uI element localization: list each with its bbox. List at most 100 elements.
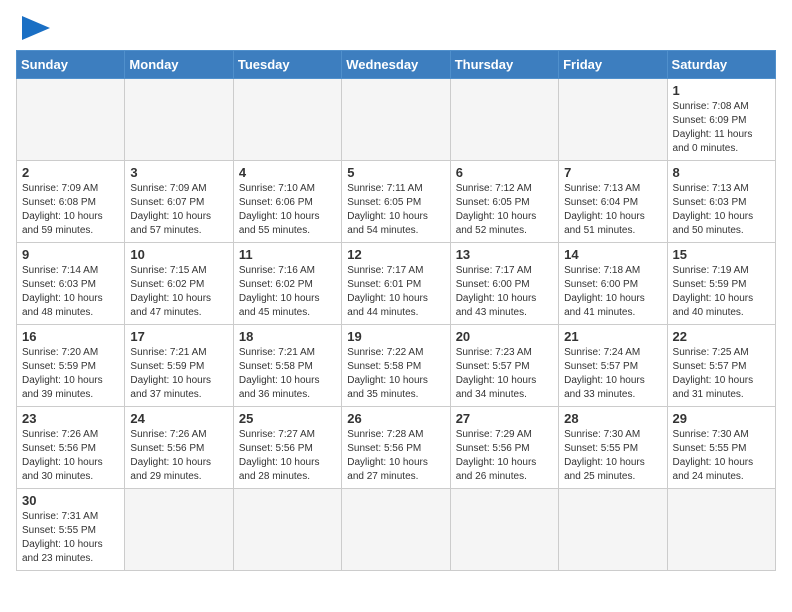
- calendar-cell: [342, 489, 450, 571]
- day-number: 7: [564, 165, 661, 180]
- calendar-cell: 4 Sunrise: 7:10 AM Sunset: 6:06 PM Daylig…: [233, 161, 341, 243]
- day-info: Sunrise: 7:25 AM Sunset: 5:57 PM Dayligh…: [673, 346, 770, 402]
- day-number: 2: [22, 165, 119, 180]
- calendar-cell: [559, 79, 667, 161]
- day-number: 10: [130, 247, 227, 262]
- calendar-cell: [559, 489, 667, 571]
- calendar-cell: 1 Sunrise: 7:08 AM Sunset: 6:09 PM Daylig…: [667, 79, 775, 161]
- day-number: 23: [22, 411, 119, 426]
- day-info: Sunrise: 7:15 AM Sunset: 6:02 PM Dayligh…: [130, 264, 227, 320]
- day-info: Sunrise: 7:29 AM Sunset: 5:56 PM Dayligh…: [456, 428, 553, 484]
- calendar-cell: 6 Sunrise: 7:12 AM Sunset: 6:05 PM Daylig…: [450, 161, 558, 243]
- day-number: 20: [456, 329, 553, 344]
- day-info: Sunrise: 7:12 AM Sunset: 6:05 PM Dayligh…: [456, 182, 553, 238]
- day-info: Sunrise: 7:23 AM Sunset: 5:57 PM Dayligh…: [456, 346, 553, 402]
- day-info: Sunrise: 7:21 AM Sunset: 5:59 PM Dayligh…: [130, 346, 227, 402]
- day-number: 9: [22, 247, 119, 262]
- day-number: 13: [456, 247, 553, 262]
- calendar-cell: 13 Sunrise: 7:17 AM Sunset: 6:00 PM Dayli…: [450, 243, 558, 325]
- week-row-1: 1 Sunrise: 7:08 AM Sunset: 6:09 PM Daylig…: [17, 79, 776, 161]
- day-info: Sunrise: 7:28 AM Sunset: 5:56 PM Dayligh…: [347, 428, 444, 484]
- calendar-cell: 27 Sunrise: 7:29 AM Sunset: 5:56 PM Dayli…: [450, 407, 558, 489]
- day-info: Sunrise: 7:10 AM Sunset: 6:06 PM Dayligh…: [239, 182, 336, 238]
- calendar-cell: 18 Sunrise: 7:21 AM Sunset: 5:58 PM Dayli…: [233, 325, 341, 407]
- calendar-cell: 17 Sunrise: 7:21 AM Sunset: 5:59 PM Dayli…: [125, 325, 233, 407]
- day-number: 25: [239, 411, 336, 426]
- day-number: 27: [456, 411, 553, 426]
- day-info: Sunrise: 7:09 AM Sunset: 6:07 PM Dayligh…: [130, 182, 227, 238]
- day-number: 17: [130, 329, 227, 344]
- day-info: Sunrise: 7:26 AM Sunset: 5:56 PM Dayligh…: [130, 428, 227, 484]
- day-number: 16: [22, 329, 119, 344]
- day-number: 8: [673, 165, 770, 180]
- calendar-cell: 14 Sunrise: 7:18 AM Sunset: 6:00 PM Dayli…: [559, 243, 667, 325]
- calendar-cell: 30 Sunrise: 7:31 AM Sunset: 5:55 PM Dayli…: [17, 489, 125, 571]
- calendar-cell: 19 Sunrise: 7:22 AM Sunset: 5:58 PM Dayli…: [342, 325, 450, 407]
- day-number: 26: [347, 411, 444, 426]
- day-info: Sunrise: 7:18 AM Sunset: 6:00 PM Dayligh…: [564, 264, 661, 320]
- day-info: Sunrise: 7:08 AM Sunset: 6:09 PM Dayligh…: [673, 100, 770, 156]
- weekday-header-friday: Friday: [559, 51, 667, 79]
- day-info: Sunrise: 7:30 AM Sunset: 5:55 PM Dayligh…: [564, 428, 661, 484]
- calendar-cell: 9 Sunrise: 7:14 AM Sunset: 6:03 PM Daylig…: [17, 243, 125, 325]
- calendar-cell: [17, 79, 125, 161]
- day-info: Sunrise: 7:19 AM Sunset: 5:59 PM Dayligh…: [673, 264, 770, 320]
- day-number: 4: [239, 165, 336, 180]
- calendar-table: SundayMondayTuesdayWednesdayThursdayFrid…: [16, 50, 776, 571]
- day-info: Sunrise: 7:13 AM Sunset: 6:04 PM Dayligh…: [564, 182, 661, 238]
- day-info: Sunrise: 7:20 AM Sunset: 5:59 PM Dayligh…: [22, 346, 119, 402]
- week-row-5: 23 Sunrise: 7:26 AM Sunset: 5:56 PM Dayli…: [17, 407, 776, 489]
- weekday-header-wednesday: Wednesday: [342, 51, 450, 79]
- calendar-cell: 23Sunrise: 7:26 AM Sunset: 5:56 PM Dayli…: [17, 407, 125, 489]
- day-info: Sunrise: 7:21 AM Sunset: 5:58 PM Dayligh…: [239, 346, 336, 402]
- calendar-cell: 7 Sunrise: 7:13 AM Sunset: 6:04 PM Daylig…: [559, 161, 667, 243]
- calendar-cell: 26 Sunrise: 7:28 AM Sunset: 5:56 PM Dayli…: [342, 407, 450, 489]
- calendar-cell: 16 Sunrise: 7:20 AM Sunset: 5:59 PM Dayli…: [17, 325, 125, 407]
- calendar-cell: 8 Sunrise: 7:13 AM Sunset: 6:03 PM Daylig…: [667, 161, 775, 243]
- week-row-3: 9 Sunrise: 7:14 AM Sunset: 6:03 PM Daylig…: [17, 243, 776, 325]
- calendar-cell: 5Sunrise: 7:11 AM Sunset: 6:05 PM Daylig…: [342, 161, 450, 243]
- day-number: 1: [673, 83, 770, 98]
- calendar-cell: 28 Sunrise: 7:30 AM Sunset: 5:55 PM Dayli…: [559, 407, 667, 489]
- calendar-cell: [342, 79, 450, 161]
- calendar-cell: [233, 79, 341, 161]
- day-info: Sunrise: 7:09 AM Sunset: 6:08 PM Dayligh…: [22, 182, 119, 238]
- day-number: 21: [564, 329, 661, 344]
- day-info: Sunrise: 7:22 AM Sunset: 5:58 PM Dayligh…: [347, 346, 444, 402]
- calendar-cell: [125, 489, 233, 571]
- weekday-header-sunday: Sunday: [17, 51, 125, 79]
- day-number: 6: [456, 165, 553, 180]
- day-info: Sunrise: 7:17 AM Sunset: 6:01 PM Dayligh…: [347, 264, 444, 320]
- day-number: 28: [564, 411, 661, 426]
- day-number: 15: [673, 247, 770, 262]
- header: [16, 16, 776, 40]
- day-number: 14: [564, 247, 661, 262]
- calendar-cell: [125, 79, 233, 161]
- day-number: 18: [239, 329, 336, 344]
- day-number: 29: [673, 411, 770, 426]
- day-info: Sunrise: 7:14 AM Sunset: 6:03 PM Dayligh…: [22, 264, 119, 320]
- day-info: Sunrise: 7:24 AM Sunset: 5:57 PM Dayligh…: [564, 346, 661, 402]
- day-info: Sunrise: 7:16 AM Sunset: 6:02 PM Dayligh…: [239, 264, 336, 320]
- calendar-cell: [450, 489, 558, 571]
- calendar-cell: 3 Sunrise: 7:09 AM Sunset: 6:07 PM Daylig…: [125, 161, 233, 243]
- day-number: 3: [130, 165, 227, 180]
- weekday-header-monday: Monday: [125, 51, 233, 79]
- day-info: Sunrise: 7:17 AM Sunset: 6:00 PM Dayligh…: [456, 264, 553, 320]
- day-number: 30: [22, 493, 119, 508]
- weekday-header-thursday: Thursday: [450, 51, 558, 79]
- calendar-cell: [233, 489, 341, 571]
- weekday-header-saturday: Saturday: [667, 51, 775, 79]
- day-number: 19: [347, 329, 444, 344]
- calendar-cell: 25Sunrise: 7:27 AM Sunset: 5:56 PM Dayli…: [233, 407, 341, 489]
- day-info: Sunrise: 7:13 AM Sunset: 6:03 PM Dayligh…: [673, 182, 770, 238]
- day-number: 22: [673, 329, 770, 344]
- weekday-header-tuesday: Tuesday: [233, 51, 341, 79]
- calendar-cell: 15 Sunrise: 7:19 AM Sunset: 5:59 PM Dayli…: [667, 243, 775, 325]
- week-row-6: 30 Sunrise: 7:31 AM Sunset: 5:55 PM Dayli…: [17, 489, 776, 571]
- calendar-cell: 22 Sunrise: 7:25 AM Sunset: 5:57 PM Dayli…: [667, 325, 775, 407]
- week-row-4: 16 Sunrise: 7:20 AM Sunset: 5:59 PM Dayli…: [17, 325, 776, 407]
- day-info: Sunrise: 7:31 AM Sunset: 5:55 PM Dayligh…: [22, 510, 119, 566]
- weekday-header-row: SundayMondayTuesdayWednesdayThursdayFrid…: [17, 51, 776, 79]
- day-number: 12: [347, 247, 444, 262]
